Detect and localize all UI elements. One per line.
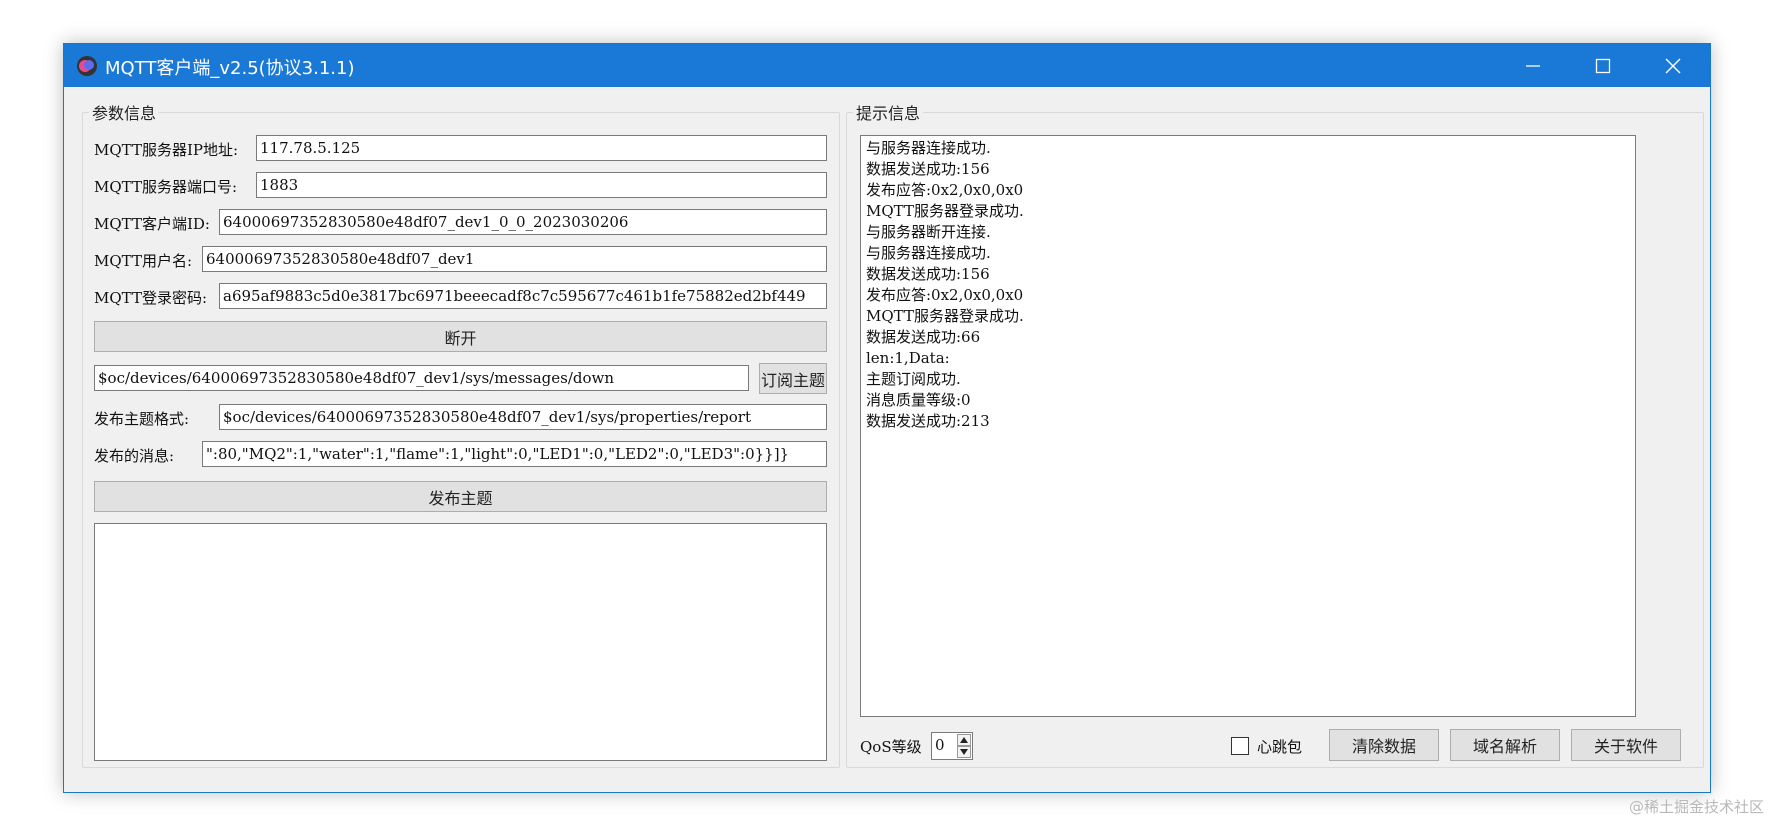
- server-ip-label: MQTT服务器IP地址:: [94, 141, 239, 159]
- minimize-button[interactable]: [1498, 44, 1568, 87]
- log-line: 数据发送成功:66: [866, 328, 981, 346]
- dns-resolve-button[interactable]: 域名解析: [1450, 729, 1560, 761]
- mqtt-client-window: MQTT客户端_v2.5(协议3.1.1) 参数信息 MQTT服务器IP地址: …: [63, 43, 1711, 793]
- publish-topic-input[interactable]: $oc/devices/64000697352830580e48df07_dev…: [219, 404, 827, 430]
- publish-topic-label: 发布主题格式:: [94, 410, 190, 428]
- close-button[interactable]: [1638, 44, 1708, 87]
- username-input[interactable]: 64000697352830580e48df07_dev1: [202, 246, 827, 272]
- log-line: 数据发送成功:213: [866, 412, 990, 430]
- publish-message-input[interactable]: ":80,"MQ2":1,"water":1,"flame":1,"light"…: [202, 441, 827, 467]
- log-lines: 与服务器连接成功. 数据发送成功:156 发布应答:0x2,0x0,0x0 MQTT服…: [866, 138, 1630, 432]
- qos-value: 0: [935, 736, 945, 754]
- params-group-label: 参数信息: [89, 100, 160, 124]
- publish-message-label: 发布的消息:: [94, 447, 175, 465]
- received-messages-area[interactable]: [94, 523, 827, 761]
- log-line: 与服务器断开连接.: [866, 223, 991, 241]
- password-input[interactable]: a695af9883c5d0e3817bc6971beeecadf8c7c595…: [219, 283, 827, 309]
- disconnect-button[interactable]: 断开: [94, 321, 827, 352]
- username-label: MQTT用户名:: [94, 252, 192, 270]
- heartbeat-checkbox[interactable]: [1231, 737, 1249, 755]
- publish-message-text: ":80,"MQ2":1,"water":1,"flame":1,"light"…: [206, 445, 790, 463]
- password-label: MQTT登录密码:: [94, 289, 207, 307]
- app-icon: [77, 56, 97, 76]
- maximize-button[interactable]: [1568, 44, 1638, 87]
- log-line: 发布应答:0x2,0x0,0x0: [866, 181, 1024, 199]
- log-line: len:1,Data:: [866, 349, 950, 367]
- client-id-label: MQTT客户端ID:: [94, 215, 210, 233]
- subscribe-button[interactable]: 订阅主题: [759, 363, 827, 394]
- qos-label: QoS等级: [860, 738, 922, 756]
- log-line: MQTT服务器登录成功.: [866, 307, 1024, 325]
- log-line: 与服务器连接成功.: [866, 139, 991, 157]
- log-line: 数据发送成功:156: [866, 265, 990, 283]
- log-line: 数据发送成功:156: [866, 160, 990, 178]
- qos-spin-arrows-icon[interactable]: [957, 734, 971, 758]
- client-id-input[interactable]: 64000697352830580e48df07_dev1_0_0_202303…: [219, 209, 827, 235]
- clear-data-button[interactable]: 清除数据: [1329, 729, 1439, 761]
- about-button[interactable]: 关于软件: [1571, 729, 1681, 761]
- heartbeat-label: 心跳包: [1257, 738, 1303, 756]
- info-group-label: 提示信息: [853, 100, 924, 124]
- subscribe-topic-input[interactable]: $oc/devices/64000697352830580e48df07_dev…: [94, 365, 749, 391]
- watermark: @稀土掘金技术社区: [1628, 798, 1764, 816]
- log-line: 与服务器连接成功.: [866, 244, 991, 262]
- log-line: 主题订阅成功.: [866, 370, 961, 388]
- server-ip-input[interactable]: 117.78.5.125: [256, 135, 827, 161]
- log-line: 消息质量等级:0: [866, 391, 971, 409]
- log-line: 发布应答:0x2,0x0,0x0: [866, 286, 1024, 304]
- server-port-input[interactable]: 1883: [256, 172, 827, 198]
- maximize-icon: [1595, 58, 1611, 73]
- window-title: MQTT客户端_v2.5(协议3.1.1): [105, 58, 355, 79]
- log-line: MQTT服务器登录成功.: [866, 202, 1024, 220]
- info-log-area[interactable]: 与服务器连接成功. 数据发送成功:156 发布应答:0x2,0x0,0x0 MQTT服…: [860, 135, 1636, 717]
- close-icon: [1665, 58, 1681, 73]
- publish-button[interactable]: 发布主题: [94, 481, 827, 512]
- minimize-icon: [1526, 64, 1540, 67]
- title-bar[interactable]: MQTT客户端_v2.5(协议3.1.1): [64, 44, 1710, 87]
- server-port-label: MQTT服务器端口号:: [94, 178, 237, 196]
